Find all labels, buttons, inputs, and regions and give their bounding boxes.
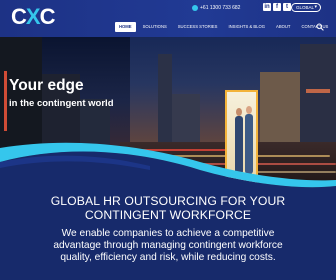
site-header: CXC +61 1300 733 682 in f t GLOBAL ▾ HOM… xyxy=(0,0,336,37)
facebook-icon[interactable]: f xyxy=(273,3,281,11)
hero-window-light xyxy=(306,89,330,93)
hero-person-head xyxy=(246,106,252,114)
nav-contact-us[interactable]: CONTACT US xyxy=(297,22,332,32)
nav-home[interactable]: HOME xyxy=(115,22,136,32)
cxc-logo[interactable]: CXC xyxy=(11,5,59,29)
intro-heading-line-2: CONTINGENT WORKFORCE xyxy=(84,208,252,222)
main-nav: HOME SOLUTIONS SUCCESS STORIES INSIGHTS … xyxy=(115,22,332,32)
nav-success-stories[interactable]: SUCCESS STORIES xyxy=(174,22,222,32)
intro-body: We enable companies to achieve a competi… xyxy=(0,228,336,264)
intro-body-line-1: We enable companies to achieve a competi… xyxy=(61,228,275,239)
region-select-value: GLOBAL xyxy=(296,5,315,10)
nav-insights-blog[interactable]: INSIGHTS & BLOG xyxy=(224,22,269,32)
hero-person-head xyxy=(236,108,242,116)
hero-headline: Your edge xyxy=(9,77,84,94)
phone-text: +61 1300 733 682 xyxy=(200,5,241,11)
chevron-down-icon: ▾ xyxy=(314,4,317,10)
nav-about[interactable]: ABOUT xyxy=(272,22,294,32)
intro-heading-line-1: GLOBAL HR OUTSOURCING FOR YOUR xyxy=(50,194,286,208)
hero-neon-sign xyxy=(4,71,7,131)
decorative-swoosh xyxy=(0,142,336,200)
phone-number[interactable]: +61 1300 733 682 xyxy=(192,3,240,13)
intro-body-line-3: quality, efficiency and risk, while redu… xyxy=(60,252,276,263)
intro-heading: GLOBAL HR OUTSOURCING FOR YOUR CONTINGEN… xyxy=(0,194,336,222)
nav-solutions[interactable]: SOLUTIONS xyxy=(139,22,171,32)
hero-subline: in the contingent world xyxy=(9,98,114,109)
logo-letter-c1: C xyxy=(11,4,27,29)
region-select[interactable]: GLOBAL ▾ xyxy=(291,3,321,12)
search-icon[interactable] xyxy=(316,23,324,31)
intro-body-line-2: advantage through managing contingent wo… xyxy=(53,240,283,251)
linkedin-icon[interactable]: in xyxy=(263,3,271,11)
phone-icon xyxy=(192,4,198,11)
logo-letter-x: X xyxy=(25,4,41,29)
logo-letter-c2: C xyxy=(39,4,56,29)
twitter-icon[interactable]: t xyxy=(283,3,291,11)
